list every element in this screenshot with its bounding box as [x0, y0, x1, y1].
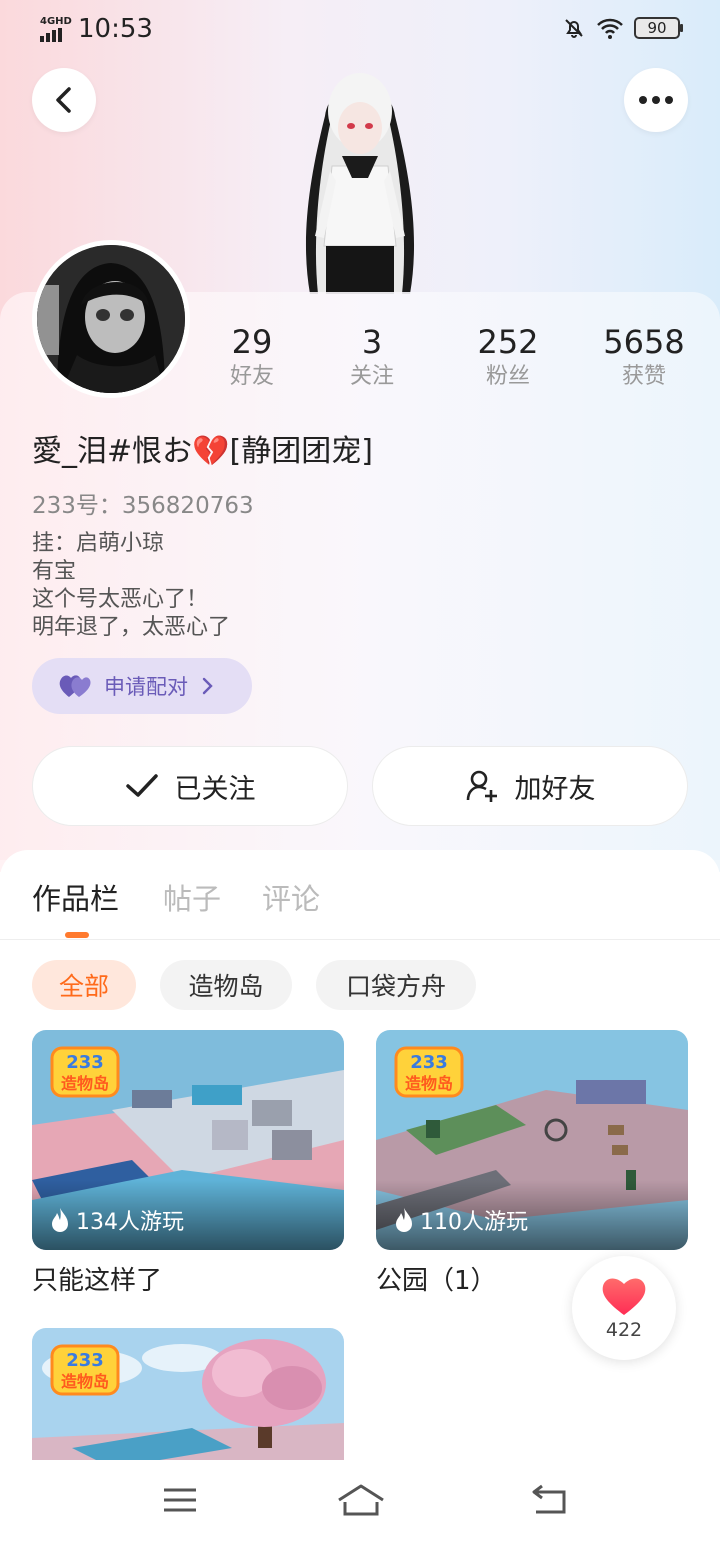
bio: 挂：启萌小琼 有宝 这个号太恶心了！ 明年退了，太恶心了	[32, 530, 230, 642]
followed-label: 已关注	[174, 773, 256, 805]
stat-number: 29	[231, 323, 273, 361]
tab-posts[interactable]: 帖子	[163, 876, 221, 918]
status-bar: 4GHD 10:53 90	[0, 0, 720, 58]
avatar-image	[37, 245, 185, 393]
check-icon	[125, 774, 158, 797]
profile-stats: 29 好友 3 关注 252 粉丝 5658 获赞	[190, 322, 720, 394]
heart-icon	[602, 1278, 646, 1315]
more-button[interactable]	[624, 68, 688, 132]
work-thumbnail: 233 造物岛 134人游玩	[32, 1030, 344, 1250]
play-count-label: 134人游玩	[76, 1210, 184, 1235]
work-card[interactable]: 233 造物岛	[32, 1328, 344, 1468]
add-friend-label: 加好友	[514, 773, 596, 805]
svg-text:造物岛: 造物岛	[61, 1074, 109, 1093]
bio-line: 明年退了，太恶心了	[32, 615, 231, 640]
svg-text:造物岛: 造物岛	[61, 1372, 109, 1391]
stat-number: 252	[477, 323, 539, 361]
bio-line: 挂：启萌小琼	[32, 531, 165, 556]
stat-number: 5658	[603, 323, 685, 361]
avatar[interactable]	[32, 240, 190, 398]
pair-request-label: 申请配对	[104, 675, 188, 699]
creation-island-badge-icon: 233 造物岛	[50, 1046, 120, 1098]
character-figure	[305, 73, 415, 294]
bio-line: 这个号太恶心了！	[32, 587, 209, 612]
add-user-icon	[466, 770, 497, 802]
svg-text:233: 233	[66, 1350, 104, 1371]
mute-bell-icon	[565, 19, 583, 38]
flame-icon	[396, 1208, 412, 1232]
user-id: 233号：356820763	[32, 493, 254, 519]
menu-icon[interactable]	[162, 1482, 198, 1518]
play-count-label: 110人游玩	[420, 1210, 528, 1235]
stat-label: 获赞	[621, 364, 666, 389]
stat-label: 粉丝	[485, 364, 530, 389]
battery-indicator: 90	[634, 17, 683, 39]
stat-label: 关注	[349, 364, 394, 389]
home-icon[interactable]	[336, 1482, 386, 1518]
work-card[interactable]: 233 造物岛 110人游玩 公园（1）	[376, 1030, 688, 1298]
status-time: 10:53	[78, 14, 153, 44]
work-title: 只能这样了	[32, 1266, 163, 1296]
content-area: 作品栏 帖子 评论 全部 造物岛 口袋方舟 233 造物岛 134人游玩 只能这…	[0, 850, 720, 1544]
bio-line: 有宝	[32, 559, 77, 584]
network-type: 4GHD	[40, 16, 72, 27]
username: 愛_泪#恨お💔[静团团宠]	[32, 434, 373, 469]
like-count: 422	[605, 1319, 643, 1341]
svg-text:造物岛: 造物岛	[405, 1074, 453, 1093]
work-thumbnail: 233 造物岛 110人游玩	[376, 1030, 688, 1250]
signal-icon: 4GHD	[40, 16, 72, 44]
pair-request-button[interactable]: 申请配对	[32, 658, 252, 714]
svg-text:233: 233	[66, 1052, 104, 1073]
tab-works[interactable]: 作品栏	[32, 876, 119, 918]
filter-all[interactable]: 全部	[32, 960, 136, 1010]
creation-island-badge-icon: 233 造物岛	[394, 1046, 464, 1098]
stat-number: 3	[361, 323, 383, 361]
tab-comments[interactable]: 评论	[262, 876, 320, 918]
more-dots-icon	[639, 96, 673, 104]
play-count: 110人游玩	[394, 1204, 528, 1236]
creation-island-badge-icon: 233 造物岛	[50, 1344, 120, 1396]
flame-icon	[52, 1208, 68, 1232]
add-friend-button[interactable]: 加好友	[372, 746, 688, 826]
filter-pocket-ark[interactable]: 口袋方舟	[316, 960, 476, 1010]
return-icon[interactable]	[530, 1482, 568, 1518]
tab-bar: 作品栏 帖子 评论	[0, 850, 720, 940]
stat-label: 好友	[229, 364, 274, 389]
stat-likes[interactable]: 5658 获赞	[574, 322, 714, 392]
heart-pair-icon	[59, 675, 91, 697]
followed-button[interactable]: 已关注	[32, 746, 348, 826]
stat-fans[interactable]: 252 粉丝	[438, 322, 578, 392]
play-count: 134人游玩	[50, 1204, 184, 1236]
back-button[interactable]	[32, 68, 96, 132]
filter-creation-island[interactable]: 造物岛	[160, 960, 292, 1010]
system-nav-bar	[0, 1460, 720, 1544]
svg-text:233: 233	[410, 1052, 448, 1073]
work-card[interactable]: 233 造物岛 134人游玩 只能这样了	[32, 1030, 344, 1298]
chevron-right-icon	[202, 677, 213, 695]
back-arrow-icon	[56, 87, 71, 113]
stat-following[interactable]: 3 关注	[302, 322, 442, 392]
work-thumbnail: 233 造物岛	[32, 1328, 344, 1468]
stat-friends[interactable]: 29 好友	[182, 322, 322, 392]
tab-indicator	[65, 932, 89, 938]
like-button[interactable]: 422	[572, 1256, 676, 1360]
wifi-icon	[597, 18, 623, 39]
